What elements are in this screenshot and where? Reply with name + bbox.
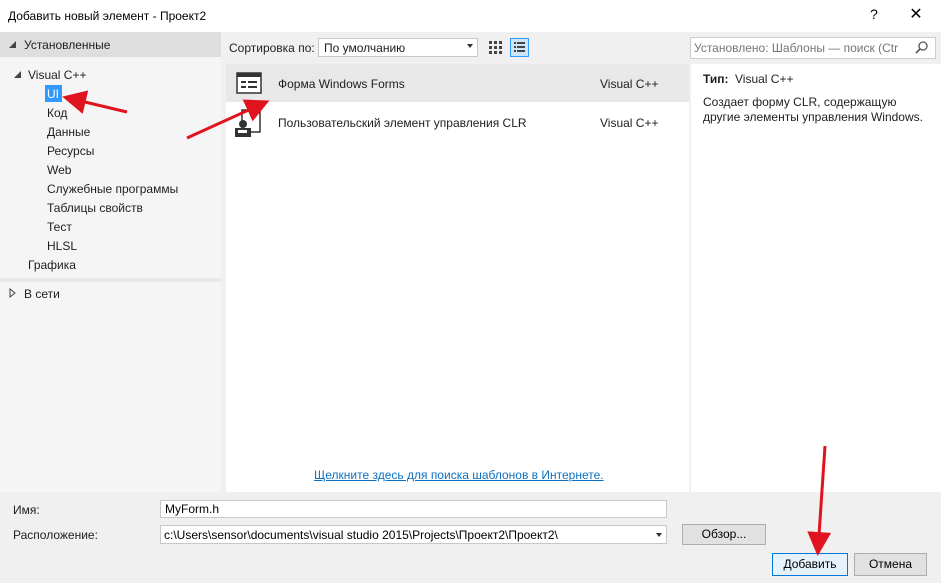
location-label: Расположение:	[13, 528, 98, 542]
list-view-icon	[514, 42, 525, 52]
tree-item-data[interactable]: Данные	[47, 125, 90, 139]
tree-item-utilities[interactable]: Служебные программы	[47, 182, 178, 196]
user-control-icon	[235, 109, 261, 137]
type-label: Тип:	[703, 72, 729, 86]
grid-view-icon[interactable]	[486, 38, 505, 57]
tree-item-online[interactable]: В сети	[24, 287, 60, 301]
tree-item-web[interactable]: Web	[47, 163, 71, 177]
template-description: Создает форму CLR, содержащую другие эле…	[703, 95, 923, 124]
template-name: Пользовательский элемент управления CLR	[278, 116, 527, 130]
collapse-arrow-icon[interactable]	[8, 40, 18, 50]
installed-label: Установленные	[24, 38, 111, 52]
type-value: Visual C++	[735, 72, 794, 86]
template-language: Visual C++	[600, 77, 659, 91]
browse-button[interactable]: Обзор...	[682, 524, 766, 545]
collapse-arrow-icon[interactable]	[13, 70, 23, 80]
list-view-button[interactable]	[510, 38, 529, 57]
tree-item-ui[interactable]: UI	[47, 87, 59, 101]
add-button[interactable]: Добавить	[772, 553, 848, 576]
tree-item-visual-cpp[interactable]: Visual C++	[28, 68, 86, 82]
form-icon	[236, 72, 262, 94]
sort-label: Сортировка по:	[229, 41, 315, 55]
online-panel	[0, 282, 221, 492]
name-field[interactable]	[160, 500, 667, 518]
search-input[interactable]	[694, 41, 906, 55]
details-panel	[691, 64, 941, 492]
template-language: Visual C++	[600, 116, 659, 130]
expand-arrow-icon[interactable]	[9, 288, 17, 298]
help-button[interactable]: ?	[866, 6, 882, 26]
tree-item-test[interactable]: Тест	[47, 220, 72, 234]
template-name: Форма Windows Forms	[278, 77, 405, 91]
window-title: Добавить новый элемент - Проект2	[8, 9, 207, 23]
name-label: Имя:	[13, 503, 40, 517]
tree-item-hlsl[interactable]: HLSL	[47, 239, 77, 253]
tree-item-code[interactable]: Код	[47, 106, 67, 120]
chevron-down-icon[interactable]	[656, 533, 662, 537]
sort-dropdown-value: По умолчанию	[324, 41, 406, 55]
chevron-down-icon	[467, 44, 473, 48]
location-value: c:\Users\sensor\documents\visual studio …	[164, 528, 558, 542]
tree-item-resources[interactable]: Ресурсы	[47, 144, 94, 158]
search-icon[interactable]	[914, 40, 930, 56]
close-button[interactable]: ✕	[906, 4, 926, 26]
online-templates-link[interactable]: Щелкните здесь для поиска шаблонов в Инт…	[314, 468, 604, 482]
tree-item-property-sheets[interactable]: Таблицы свойств	[47, 201, 143, 215]
cancel-button[interactable]: Отмена	[854, 553, 927, 576]
tree-item-graphics[interactable]: Графика	[28, 258, 76, 272]
